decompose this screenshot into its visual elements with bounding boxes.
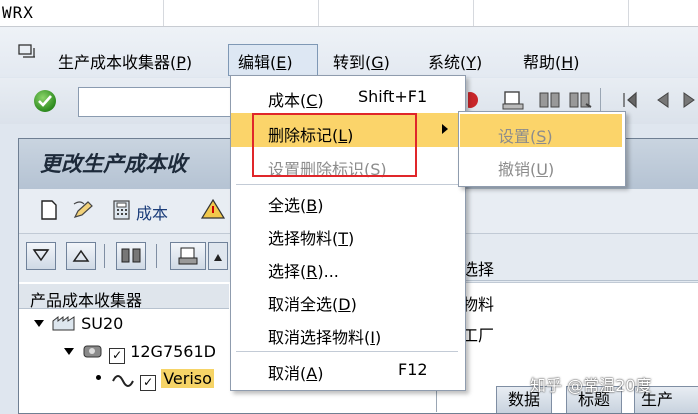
window-title: 更改生产成本收: [40, 151, 187, 176]
right-panel-row-material: 物料: [462, 295, 495, 314]
change-pencil-icon[interactable]: [72, 200, 96, 220]
tree-header-label: 产品成本收集器: [30, 291, 143, 310]
plant-icon: [52, 315, 75, 331]
expand-all-button[interactable]: [26, 242, 56, 270]
menu-edit[interactable]: 编辑(E): [238, 49, 293, 73]
find-in-tree-button[interactable]: [116, 242, 146, 270]
top-strip-label: WRX: [2, 3, 34, 22]
find-next-icon[interactable]: [568, 90, 592, 110]
menu-item-cancel-shortcut: F12: [398, 360, 428, 379]
print-dropdown-button[interactable]: [208, 242, 228, 270]
tree-toolbar-separator-2: [156, 244, 157, 268]
material-checkbox[interactable]: ✓: [109, 348, 126, 364]
enter-check-icon[interactable]: [34, 90, 56, 112]
menu-item-deselect-all[interactable]: 取消全选(D): [268, 291, 357, 315]
leaf-bullet-icon: [96, 375, 101, 380]
print-tree-button[interactable]: [170, 242, 206, 270]
menu-system-icon[interactable]: [18, 44, 36, 60]
cost-button[interactable]: 成本: [136, 200, 168, 224]
tree-toolbar-separator: [104, 244, 105, 268]
menu-production-cost-collector[interactable]: 生产成本收集器(P): [58, 49, 192, 73]
watermark: 知乎 @常温20度: [530, 376, 652, 395]
menu-item-cancel[interactable]: 取消(A): [268, 360, 323, 384]
menu-item-select-all[interactable]: 全选(B): [268, 192, 323, 216]
menu-goto[interactable]: 转到(G): [333, 49, 390, 73]
menu-item-deselect-material[interactable]: 取消选择物料(I): [268, 324, 381, 348]
toolbar-separator: [600, 88, 601, 112]
first-page-icon[interactable]: [620, 90, 642, 110]
menu-separator-2: [236, 351, 458, 352]
right-panel-header-label: 选择: [462, 260, 495, 279]
top-strip: [0, 0, 698, 27]
menu-help[interactable]: 帮助(H): [523, 49, 580, 73]
collapse-icon: [72, 249, 90, 262]
command-field[interactable]: [78, 87, 235, 117]
material-icon: [83, 345, 102, 358]
cost-calculator-icon[interactable]: [112, 200, 132, 220]
right-panel-header: [462, 250, 698, 281]
version-icon: [112, 375, 134, 387]
right-panel-row-plant: 工厂: [462, 326, 495, 345]
tree-node-version-label: Veriso: [161, 369, 214, 388]
binoculars-icon: [121, 248, 141, 263]
expand-triangle-icon[interactable]: [34, 320, 44, 327]
menu-item-cost[interactable]: 成本(C): [268, 87, 324, 111]
tree-node-material[interactable]: ✓ 12G7561D: [64, 342, 216, 364]
right-panel-divider: [462, 282, 698, 283]
dropdown-arrow-icon: [214, 254, 222, 261]
collapse-all-button[interactable]: [66, 242, 96, 270]
tree-node-su20[interactable]: SU20: [34, 314, 123, 333]
expand-triangle-icon[interactable]: [64, 348, 74, 355]
menu-item-select[interactable]: 选择(R)...: [268, 258, 339, 282]
tree-node-version[interactable]: ✓ Veriso: [96, 369, 214, 391]
print-icon[interactable]: [502, 90, 526, 110]
find-icon[interactable]: [538, 90, 562, 110]
next-page-icon[interactable]: [680, 90, 698, 110]
version-checkbox[interactable]: ✓: [140, 375, 157, 391]
menu-separator: [236, 184, 458, 185]
menu-system[interactable]: 系统(Y): [428, 49, 482, 73]
submenu-item-undo: 撤销(U): [498, 160, 555, 179]
previous-page-icon[interactable]: [652, 90, 674, 110]
submenu-item-set[interactable]: 设置(S): [498, 123, 553, 147]
printer-icon: [178, 247, 198, 265]
create-document-icon[interactable]: [40, 200, 58, 220]
expand-icon: [32, 249, 50, 262]
warning-icon[interactable]: [200, 198, 226, 220]
submenu-arrow-icon: [442, 124, 448, 134]
cancel-icon[interactable]: [468, 90, 480, 110]
annotation-red-box: [252, 113, 417, 177]
menu-item-select-material[interactable]: 选择物料(T): [268, 225, 354, 249]
menu-item-cost-shortcut: Shift+F1: [358, 87, 428, 106]
